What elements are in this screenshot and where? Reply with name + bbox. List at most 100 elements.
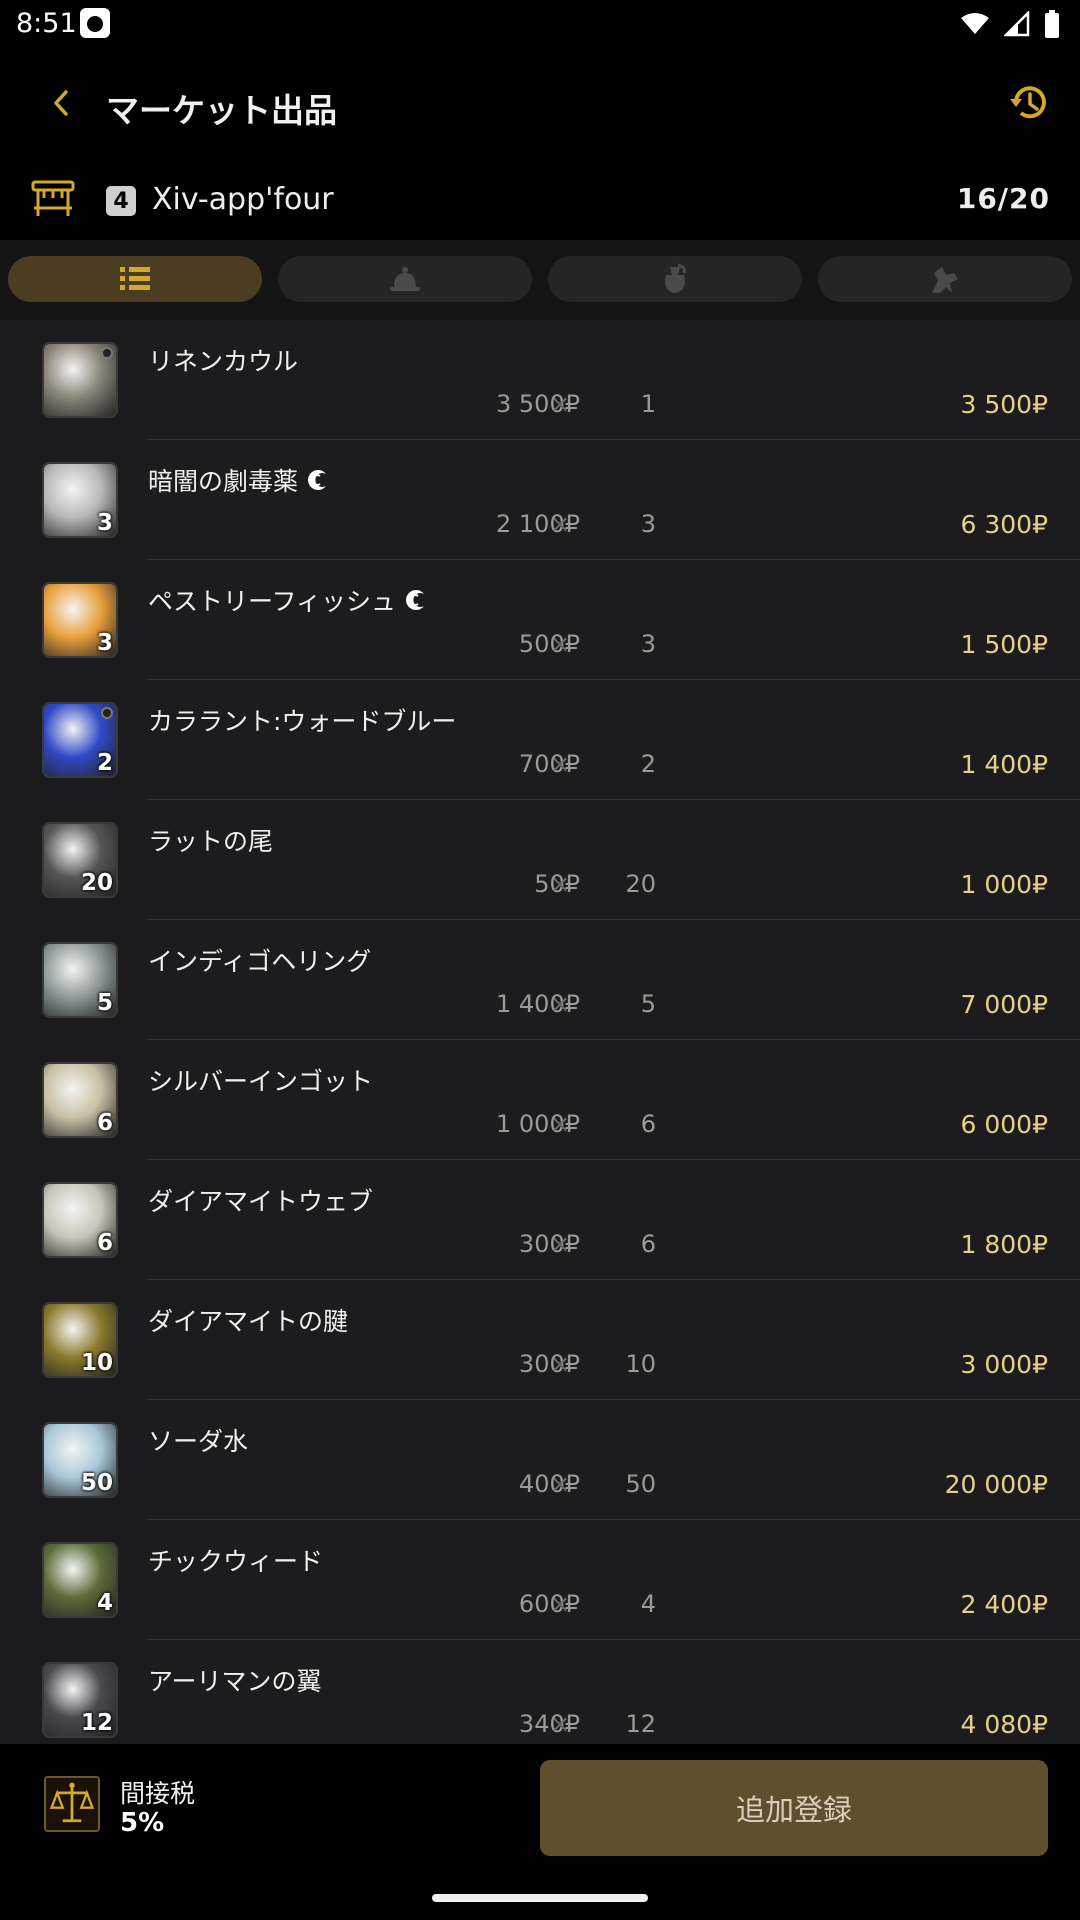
item-quantity: 5: [640, 990, 656, 1018]
add-listing-button[interactable]: 追加登録: [540, 1760, 1048, 1856]
item-quantity: 3: [640, 630, 656, 658]
listing-row[interactable]: 2 カララント:ウォードブルー 700₽ × 2 1 400₽: [0, 680, 1080, 800]
item-quantity: 1: [640, 390, 656, 418]
listing-row[interactable]: 20 ラットの尾 50₽ × 20 1 000₽: [0, 800, 1080, 920]
listing-row[interactable]: 3 ペストリーフィッシュ 500₽ × 3 1 500₽: [0, 560, 1080, 680]
multiply-sign: ×: [550, 1470, 571, 1498]
tax-scale-icon: [44, 1776, 100, 1832]
item-icon: 3: [42, 462, 118, 538]
item-qty-badge: 4: [96, 1590, 113, 1616]
listing-row[interactable]: 6 ダイアマイトウェブ 300₽ × 6 1 800₽: [0, 1160, 1080, 1280]
item-quantity: 50: [625, 1470, 656, 1498]
total-price: 1 500₽: [960, 630, 1048, 659]
pot-icon: [665, 263, 686, 293]
retainer-name: Xiv-app'four: [152, 182, 334, 217]
home-indicator[interactable]: [432, 1894, 648, 1902]
total-price: 2 400₽: [960, 1590, 1048, 1619]
item-name: ソーダ水: [148, 1427, 249, 1456]
footer-bar: 間接税 5% 追加登録: [0, 1744, 1080, 1920]
item-name: ダイアマイトの腱: [148, 1307, 349, 1336]
item-icon: 10: [42, 1302, 118, 1378]
item-name: 暗闇の劇毒薬: [148, 467, 299, 496]
total-price: 3 500₽: [960, 390, 1048, 419]
tab-list[interactable]: [8, 256, 262, 302]
listing-list[interactable]: リネンカウル 3 500₽ × 1 3 500₽ 3 暗闇の劇毒薬 2 100₽ × 3 6 300…: [0, 320, 1080, 1744]
wifi-icon: [961, 13, 989, 34]
item-name: ダイアマイトウェブ: [148, 1187, 374, 1216]
item-quantity: 20: [625, 870, 656, 898]
total-price: 3 000₽: [960, 1350, 1048, 1379]
listing-row[interactable]: 12 アーリマンの翼 340₽ × 12 4 080₽: [0, 1640, 1080, 1744]
listing-row[interactable]: 3 暗闇の劇毒薬 2 100₽ × 3 6 300₽: [0, 440, 1080, 560]
item-qty-badge: 12: [80, 1710, 113, 1736]
item-icon: 5: [42, 942, 118, 1018]
glamour-dot-icon: [101, 347, 113, 359]
status-bar: 8:51: [0, 0, 1080, 48]
listing-count: 16/20: [956, 182, 1050, 215]
total-price: 4 080₽: [960, 1710, 1048, 1739]
item-quantity: 10: [625, 1350, 656, 1378]
multiply-sign: ×: [550, 870, 571, 898]
history-icon: [1010, 86, 1046, 119]
listing-row[interactable]: 10 ダイアマイトの腱 300₽ × 10 3 000₽: [0, 1280, 1080, 1400]
glamour-dot-icon: [101, 707, 113, 719]
retainer-row[interactable]: 4 Xiv-app'four 16/20: [0, 160, 1080, 240]
item-name: ペストリーフィッシュ: [148, 587, 397, 616]
multiply-sign: ×: [550, 1110, 571, 1138]
item-name: カララント:ウォードブルー: [148, 707, 457, 736]
item-name-wrap: チックウィード: [148, 1542, 323, 1578]
item-qty-badge: 6: [96, 1230, 113, 1256]
item-name: インディゴヘリング: [148, 947, 372, 976]
category-tabs: [0, 240, 1080, 320]
item-icon: 4: [42, 1542, 118, 1618]
item-name-wrap: カララント:ウォードブルー: [148, 702, 456, 738]
back-button[interactable]: [36, 78, 86, 128]
retainer-number-badge: 4: [106, 186, 136, 216]
tab-bell[interactable]: [278, 256, 532, 302]
multiply-sign: ×: [550, 1350, 571, 1378]
item-quantity: 6: [640, 1230, 656, 1258]
item-quantity: 12: [625, 1710, 656, 1738]
hq-icon: [308, 470, 327, 490]
tab-chocobo[interactable]: [818, 256, 1072, 302]
signal-icon: [1004, 11, 1030, 37]
chocobo-icon: [932, 267, 958, 293]
hq-icon: [406, 590, 425, 610]
multiply-sign: ×: [550, 990, 571, 1018]
total-price: 6 000₽: [960, 1110, 1048, 1139]
bell-icon: [390, 267, 420, 291]
item-name: リネンカウル: [148, 347, 299, 376]
item-qty-badge: 2: [96, 750, 113, 776]
item-icon: 12: [42, 1662, 118, 1738]
retainer-stall-icon: [31, 180, 75, 216]
item-icon: 3: [42, 582, 118, 658]
listing-row[interactable]: リネンカウル 3 500₽ × 1 3 500₽: [0, 320, 1080, 440]
notification-app-icon: [80, 8, 110, 38]
total-price: 20 000₽: [944, 1470, 1048, 1499]
multiply-sign: ×: [550, 1590, 571, 1618]
item-qty-badge: 6: [96, 1110, 113, 1136]
tab-pot[interactable]: [548, 256, 802, 302]
status-time: 8:51: [16, 8, 77, 39]
listing-row[interactable]: 5 インディゴヘリング 1 400₽ × 5 7 000₽: [0, 920, 1080, 1040]
item-icon: 2: [42, 702, 118, 778]
total-price: 1 400₽: [960, 750, 1048, 779]
system-icons: [960, 10, 1060, 38]
item-icon: 6: [42, 1182, 118, 1258]
multiply-sign: ×: [550, 630, 571, 658]
total-price: 7 000₽: [960, 990, 1048, 1019]
item-name: チックウィード: [148, 1547, 324, 1576]
item-quantity: 6: [640, 1110, 656, 1138]
listing-row[interactable]: 50 ソーダ水 400₽ × 50 20 000₽: [0, 1400, 1080, 1520]
item-name: シルバーインゴット: [148, 1067, 374, 1096]
item-name-wrap: 暗闇の劇毒薬: [148, 462, 330, 498]
listing-row[interactable]: 6 シルバーインゴット 1 000₽ × 6 6 000₽: [0, 1040, 1080, 1160]
item-qty-badge: 3: [96, 510, 113, 536]
multiply-sign: ×: [550, 390, 571, 418]
item-name-wrap: ダイアマイトの腱: [148, 1302, 348, 1338]
history-button[interactable]: [1004, 78, 1054, 128]
item-name-wrap: ダイアマイトウェブ: [148, 1182, 373, 1218]
tax-label: 間接税: [120, 1779, 196, 1808]
item-icon: 20: [42, 822, 118, 898]
listing-row[interactable]: 4 チックウィード 600₽ × 4 2 400₽: [0, 1520, 1080, 1640]
